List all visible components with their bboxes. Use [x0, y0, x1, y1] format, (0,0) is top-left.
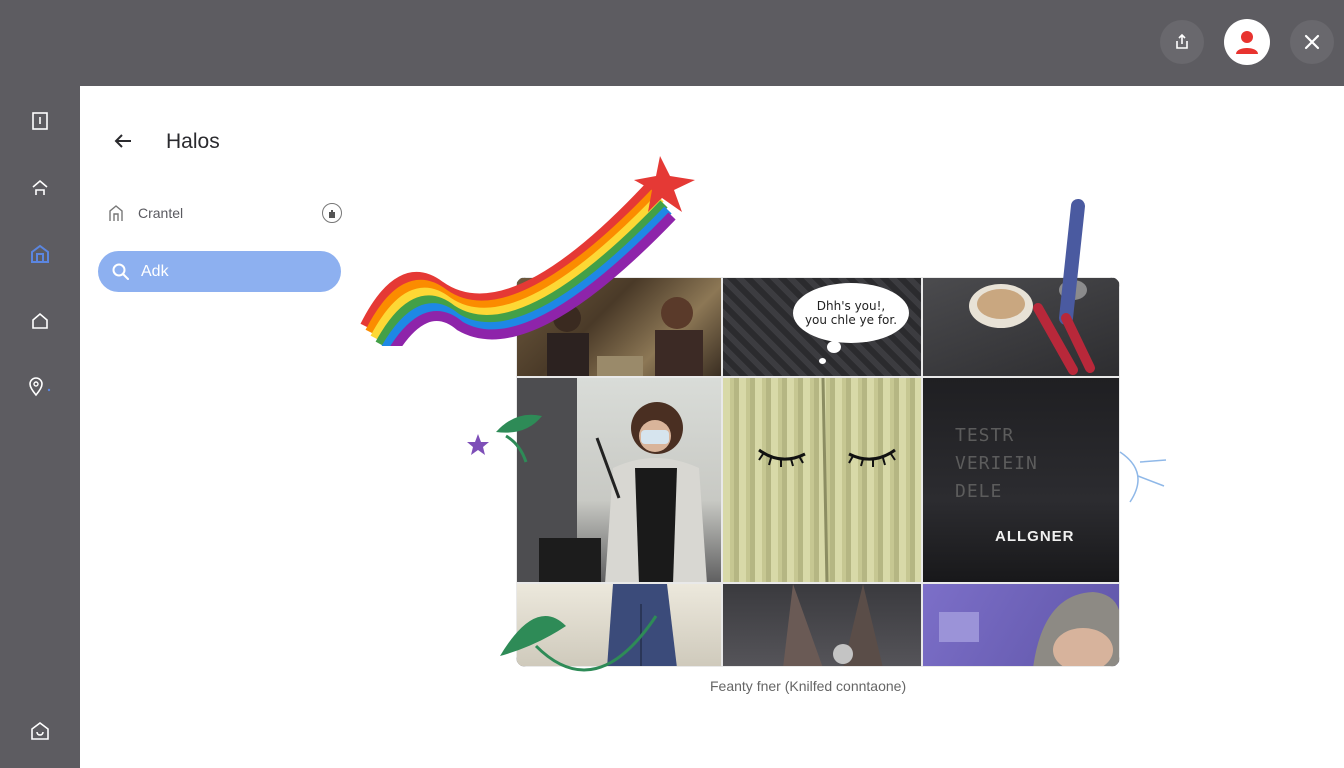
- user-avatar-icon: [1236, 31, 1258, 54]
- speech-line-1: Dhh's you!,: [816, 299, 886, 313]
- top-bar: [0, 0, 1344, 86]
- screen-line-3: DELE: [955, 481, 1003, 502]
- photo-tile-speech[interactable]: Dhh's you!, you chle ye for.: [722, 277, 922, 377]
- speech-line-2: you chle ye for.: [804, 313, 898, 327]
- rail-item-location[interactable]: [22, 369, 58, 405]
- main-panel: Halos Crantel Adk Dhh's you!, you chle y…: [80, 86, 1344, 768]
- photo-tile-laptop[interactable]: TESTR VERIEIN DELE ALLGNER: [922, 377, 1120, 583]
- rail-item-book[interactable]: [22, 103, 58, 139]
- nav-item-crantel[interactable]: Crantel: [106, 198, 342, 228]
- building-icon: [31, 244, 49, 263]
- house-outline-icon: [32, 312, 48, 329]
- photo-tile-coffee[interactable]: [922, 277, 1120, 377]
- photo-tile-portrait[interactable]: [922, 583, 1120, 667]
- search-label: Adk: [141, 262, 169, 280]
- home-icon: [32, 179, 48, 195]
- nav-item-label: Crantel: [138, 205, 184, 221]
- screen-line-1: TESTR: [955, 425, 1015, 446]
- rail-item-settings[interactable]: [22, 713, 58, 749]
- photo-tile-jeans[interactable]: [516, 583, 722, 667]
- left-rail: [0, 86, 80, 768]
- location-pin-icon: [29, 377, 51, 397]
- close-icon: [1304, 34, 1320, 50]
- screen-line-2: VERIEIN: [955, 453, 1038, 474]
- search-pill[interactable]: Adk: [98, 251, 341, 292]
- share-icon: [1176, 33, 1188, 49]
- page-title: Halos: [166, 130, 220, 153]
- collage-caption: Feanty fner (Knilfed conntaone): [710, 678, 907, 694]
- settings-icon: [31, 722, 49, 740]
- rail-item-building[interactable]: [22, 236, 58, 272]
- rail-item-house[interactable]: [22, 303, 58, 339]
- photo-tile-paint[interactable]: [722, 377, 922, 583]
- share-button[interactable]: [1160, 20, 1204, 64]
- photo-tile-person[interactable]: [516, 377, 722, 583]
- hand-badge-icon[interactable]: [322, 203, 342, 223]
- back-button[interactable]: [108, 126, 138, 156]
- photo-collage: Dhh's you!, you chle ye for. TESTR VERIE…: [516, 277, 1120, 667]
- rail-item-home[interactable]: [22, 170, 58, 206]
- book-icon: [32, 112, 48, 130]
- avatar-button[interactable]: [1224, 19, 1270, 65]
- keyboard-label: ALLGNER: [995, 528, 1075, 545]
- speech-bubble: Dhh's you!, you chle ye for.: [793, 283, 909, 343]
- tower-icon: [109, 205, 123, 221]
- search-icon: [112, 263, 129, 280]
- laptop-screen-text: TESTR VERIEIN DELE: [955, 422, 1095, 506]
- photo-tile-hands[interactable]: [722, 583, 922, 667]
- bubble-dot: [819, 358, 826, 364]
- photo-tile-group[interactable]: [516, 277, 722, 377]
- arrow-left-icon: [114, 134, 131, 148]
- close-button[interactable]: [1290, 20, 1334, 64]
- bubble-dot: [827, 341, 841, 353]
